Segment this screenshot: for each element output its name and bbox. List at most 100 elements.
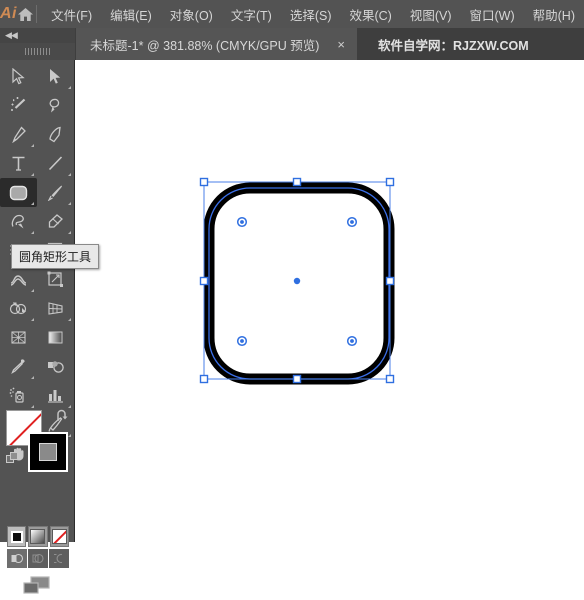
line-segment-icon xyxy=(47,155,64,172)
flyout-indicator xyxy=(68,231,71,234)
flyout-indicator xyxy=(31,318,34,321)
swap-fill-stroke-icon[interactable] xyxy=(54,408,70,424)
direct-selection-tool[interactable] xyxy=(37,62,74,91)
menu-object[interactable]: 对象(O) xyxy=(161,1,222,28)
gradient-icon xyxy=(47,330,64,345)
document-tab[interactable]: 未标题-1* @ 381.88% (CMYK/GPU 预览) × xyxy=(76,28,357,60)
eraser-tool[interactable] xyxy=(37,207,74,236)
shape-rounded-rectangle xyxy=(209,188,389,379)
flyout-indicator xyxy=(68,86,71,89)
curvature-tool[interactable] xyxy=(37,120,74,149)
close-icon[interactable]: × xyxy=(333,38,349,51)
artwork-layer xyxy=(76,60,584,542)
gradient-tool[interactable] xyxy=(37,323,74,352)
flyout-indicator xyxy=(31,376,34,379)
fill-stroke-controls xyxy=(6,410,70,480)
flyout-indicator xyxy=(68,318,71,321)
eraser-icon xyxy=(47,213,64,230)
column-graph-icon xyxy=(47,388,64,403)
paintbrush-icon xyxy=(47,184,64,201)
flyout-indicator xyxy=(68,202,71,205)
rounded-rectangle-tool[interactable] xyxy=(0,178,37,207)
menu-effect[interactable]: 效果(C) xyxy=(340,1,400,28)
paintbrush-tool[interactable] xyxy=(37,178,74,207)
direct-cursor-icon xyxy=(49,68,62,85)
flyout-indicator xyxy=(68,173,71,176)
draw-behind-icon xyxy=(31,552,45,565)
menu-view[interactable]: 视图(V) xyxy=(401,1,461,28)
screen-mode-icon xyxy=(22,575,52,597)
flyout-indicator xyxy=(31,231,34,234)
flyout-indicator xyxy=(31,289,34,292)
draw-inside-button[interactable] xyxy=(49,549,69,568)
draw-behind-button[interactable] xyxy=(28,549,48,568)
shape-builder-icon xyxy=(9,301,28,316)
width-tool[interactable] xyxy=(0,265,37,294)
free-transform-tool[interactable] xyxy=(37,265,74,294)
none-mode-button[interactable] xyxy=(50,526,69,547)
grip-lines-icon xyxy=(25,48,51,55)
toolbar-drag-handle[interactable] xyxy=(0,43,75,60)
fill-mode-buttons xyxy=(7,526,69,547)
type-tool[interactable] xyxy=(0,149,37,178)
mesh-icon xyxy=(10,330,27,345)
cursor-arrow-icon xyxy=(12,68,25,85)
home-icon[interactable] xyxy=(17,0,34,28)
watermark: 软件自学网：RJZXW.COM xyxy=(360,28,529,60)
perspective-grid-tool[interactable] xyxy=(37,294,74,323)
stroke-swatch-inner xyxy=(39,443,57,461)
type-t-icon xyxy=(11,155,26,172)
panel-collapse-button[interactable]: ◀◀ xyxy=(0,28,75,43)
rounded-rectangle-object xyxy=(76,60,584,542)
draw-normal-icon xyxy=(10,552,24,565)
curvature-icon xyxy=(47,126,64,143)
illustrator-window: Ai 文件(F) 编辑(E) 对象(O) 文字(T) 选择(S) 效果(C) 视… xyxy=(0,0,584,542)
mesh-tool[interactable] xyxy=(0,323,37,352)
eyedropper-icon xyxy=(10,358,27,375)
draw-mode-buttons xyxy=(7,549,69,568)
lasso-icon xyxy=(47,97,64,114)
pen-tool[interactable] xyxy=(0,120,37,149)
draw-normal-button[interactable] xyxy=(7,549,27,568)
blend-tool[interactable] xyxy=(37,352,74,381)
menu-file[interactable]: 文件(F) xyxy=(42,1,101,28)
gradient-mode-button[interactable] xyxy=(28,526,47,547)
pen-icon xyxy=(10,126,27,143)
rounded-rectangle-icon xyxy=(9,185,28,201)
change-screen-mode-button[interactable] xyxy=(0,572,74,600)
magic-wand-tool[interactable] xyxy=(0,91,37,120)
flyout-indicator xyxy=(31,202,34,205)
perspective-grid-icon xyxy=(47,301,64,316)
tool-tooltip: 圆角矩形工具 xyxy=(11,244,99,269)
column-graph-tool[interactable] xyxy=(37,381,74,410)
magic-wand-icon xyxy=(10,97,27,114)
lasso-tool[interactable] xyxy=(37,91,74,120)
menu-item-list: 文件(F) 编辑(E) 对象(O) 文字(T) 选择(S) 效果(C) 视图(V… xyxy=(42,1,584,28)
document-tab-title: 未标题-1* @ 381.88% (CMYK/GPU 预览) xyxy=(90,35,319,54)
shape-builder-tool[interactable] xyxy=(0,294,37,323)
menu-select[interactable]: 选择(S) xyxy=(281,1,341,28)
document-tab-bar: ◀◀ 未标题-1* @ 381.88% (CMYK/GPU 预览) × 软件自学… xyxy=(0,28,584,60)
flyout-indicator xyxy=(31,144,34,147)
color-mode-button[interactable] xyxy=(7,526,26,547)
selection-center-point xyxy=(294,278,300,284)
selection-tool[interactable] xyxy=(0,62,37,91)
symbol-sprayer-icon xyxy=(9,387,28,404)
symbol-sprayer-tool[interactable] xyxy=(0,381,37,410)
stroke-swatch[interactable] xyxy=(28,432,68,472)
double-chevron-left-icon: ◀◀ xyxy=(5,31,17,40)
canvas-area[interactable] xyxy=(76,60,584,542)
menu-edit[interactable]: 编辑(E) xyxy=(101,1,161,28)
menu-bar: Ai 文件(F) 编辑(E) 对象(O) 文字(T) 选择(S) 效果(C) 视… xyxy=(0,0,584,28)
shaper-icon xyxy=(10,213,27,230)
flyout-indicator xyxy=(31,405,34,408)
menu-type[interactable]: 文字(T) xyxy=(222,1,281,28)
shaper-tool[interactable] xyxy=(0,207,37,236)
line-segment-tool[interactable] xyxy=(37,149,74,178)
menu-help[interactable]: 帮助(H) xyxy=(524,1,584,28)
menu-window[interactable]: 窗口(W) xyxy=(461,1,524,28)
flyout-indicator xyxy=(31,173,34,176)
blend-icon xyxy=(46,359,65,374)
default-fill-stroke-icon[interactable] xyxy=(6,452,20,465)
eyedropper-tool[interactable] xyxy=(0,352,37,381)
